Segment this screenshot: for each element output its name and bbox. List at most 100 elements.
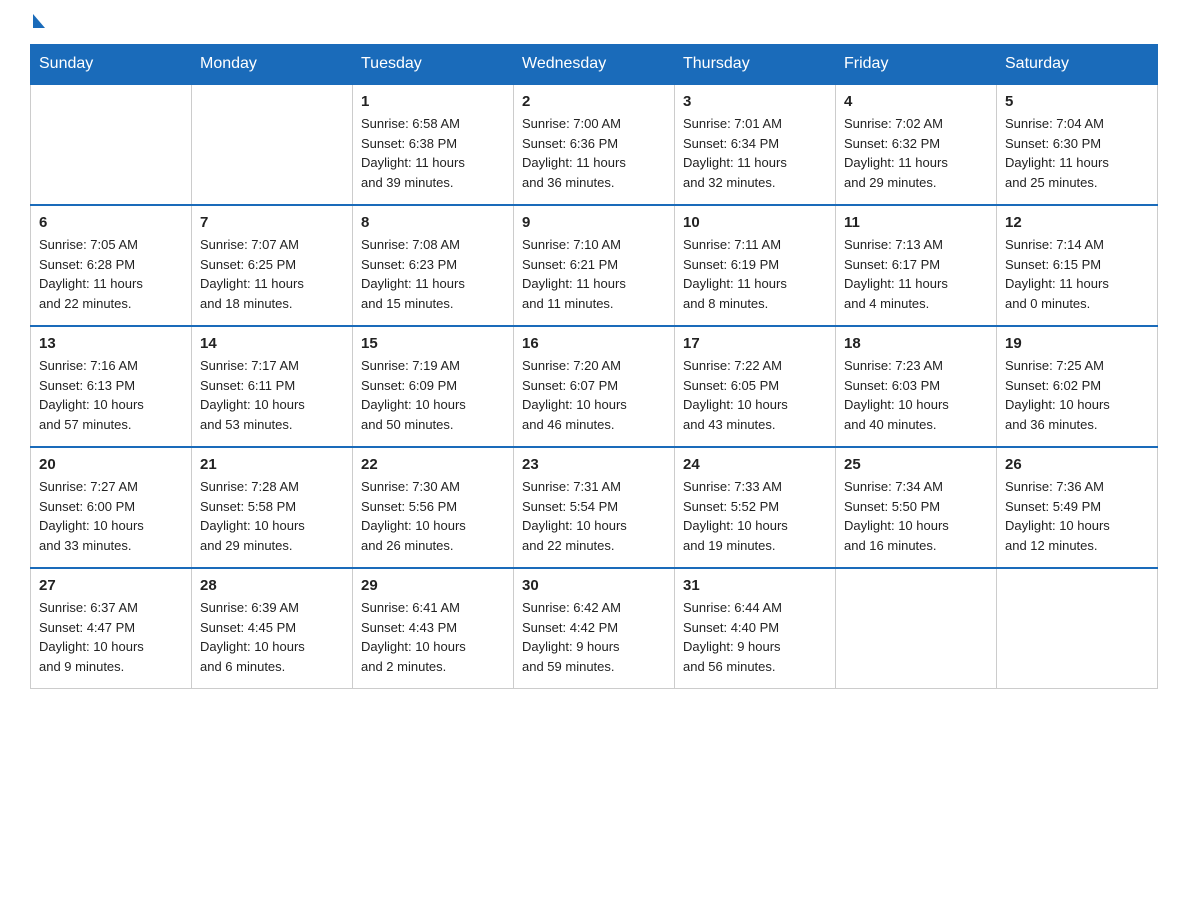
day-info: Sunrise: 7:02 AM Sunset: 6:32 PM Dayligh… [844, 114, 988, 192]
day-number: 17 [683, 335, 827, 352]
calendar-cell: 12 Sunrise: 7:14 AM Sunset: 6:15 PM Dayli… [997, 205, 1158, 326]
day-info: Sunrise: 7:34 AM Sunset: 5:50 PM Dayligh… [844, 477, 988, 555]
day-number: 9 [522, 214, 666, 231]
calendar-cell: 5Sunrise: 7:04 AM Sunset: 6:30 PM Daylig… [997, 84, 1158, 205]
calendar-cell: 21 Sunrise: 7:28 AM Sunset: 5:58 PM Dayli… [192, 447, 353, 568]
day-number: 19 [1005, 335, 1149, 352]
weekday-header-sunday: Sunday [31, 45, 192, 85]
day-number: 20 [39, 456, 183, 473]
logo [30, 20, 45, 34]
day-number: 7 [200, 214, 344, 231]
day-info: Sunrise: 6:44 AM Sunset: 4:40 PM Dayligh… [683, 598, 827, 676]
calendar-cell: 13Sunrise: 7:16 AM Sunset: 6:13 PM Dayli… [31, 326, 192, 447]
day-number: 26 [1005, 456, 1149, 473]
day-number: 22 [361, 456, 505, 473]
calendar-cell: 1 Sunrise: 6:58 AM Sunset: 6:38 PM Daylig… [353, 84, 514, 205]
calendar-cell: 7 Sunrise: 7:07 AM Sunset: 6:25 PM Daylig… [192, 205, 353, 326]
day-number: 8 [361, 214, 505, 231]
day-info: Sunrise: 7:22 AM Sunset: 6:05 PM Dayligh… [683, 356, 827, 434]
weekday-header-monday: Monday [192, 45, 353, 85]
day-info: Sunrise: 6:42 AM Sunset: 4:42 PM Dayligh… [522, 598, 666, 676]
day-info: Sunrise: 7:07 AM Sunset: 6:25 PM Dayligh… [200, 235, 344, 313]
day-info: Sunrise: 6:41 AM Sunset: 4:43 PM Dayligh… [361, 598, 505, 676]
day-number: 1 [361, 93, 505, 110]
day-info: Sunrise: 7:25 AM Sunset: 6:02 PM Dayligh… [1005, 356, 1149, 434]
day-info: Sunrise: 7:36 AM Sunset: 5:49 PM Dayligh… [1005, 477, 1149, 555]
day-info: Sunrise: 7:14 AM Sunset: 6:15 PM Dayligh… [1005, 235, 1149, 313]
calendar-cell: 25 Sunrise: 7:34 AM Sunset: 5:50 PM Dayli… [836, 447, 997, 568]
calendar-week-row: 1 Sunrise: 6:58 AM Sunset: 6:38 PM Daylig… [31, 84, 1158, 205]
day-number: 25 [844, 456, 988, 473]
day-number: 28 [200, 577, 344, 594]
calendar-cell: 11 Sunrise: 7:13 AM Sunset: 6:17 PM Dayli… [836, 205, 997, 326]
calendar-cell: 23 Sunrise: 7:31 AM Sunset: 5:54 PM Dayli… [514, 447, 675, 568]
calendar-cell: 15 Sunrise: 7:19 AM Sunset: 6:09 PM Dayli… [353, 326, 514, 447]
day-info: Sunrise: 7:27 AM Sunset: 6:00 PM Dayligh… [39, 477, 183, 555]
page-header [30, 20, 1158, 34]
calendar-table: SundayMondayTuesdayWednesdayThursdayFrid… [30, 44, 1158, 689]
calendar-cell: 17 Sunrise: 7:22 AM Sunset: 6:05 PM Dayli… [675, 326, 836, 447]
logo-arrow-icon [33, 14, 45, 28]
calendar-cell [997, 568, 1158, 689]
calendar-cell: 10Sunrise: 7:11 AM Sunset: 6:19 PM Dayli… [675, 205, 836, 326]
day-number: 12 [1005, 214, 1149, 231]
day-info: Sunrise: 7:19 AM Sunset: 6:09 PM Dayligh… [361, 356, 505, 434]
day-info: Sunrise: 7:17 AM Sunset: 6:11 PM Dayligh… [200, 356, 344, 434]
day-number: 15 [361, 335, 505, 352]
weekday-header-thursday: Thursday [675, 45, 836, 85]
calendar-week-row: 6 Sunrise: 7:05 AM Sunset: 6:28 PM Daylig… [31, 205, 1158, 326]
day-number: 18 [844, 335, 988, 352]
day-info: Sunrise: 7:13 AM Sunset: 6:17 PM Dayligh… [844, 235, 988, 313]
calendar-cell: 22 Sunrise: 7:30 AM Sunset: 5:56 PM Dayli… [353, 447, 514, 568]
calendar-cell [192, 84, 353, 205]
day-number: 31 [683, 577, 827, 594]
day-info: Sunrise: 7:30 AM Sunset: 5:56 PM Dayligh… [361, 477, 505, 555]
calendar-cell [31, 84, 192, 205]
calendar-week-row: 27 Sunrise: 6:37 AM Sunset: 4:47 PM Dayli… [31, 568, 1158, 689]
day-number: 24 [683, 456, 827, 473]
day-info: Sunrise: 7:05 AM Sunset: 6:28 PM Dayligh… [39, 235, 183, 313]
calendar-cell: 30 Sunrise: 6:42 AM Sunset: 4:42 PM Dayli… [514, 568, 675, 689]
day-info: Sunrise: 6:37 AM Sunset: 4:47 PM Dayligh… [39, 598, 183, 676]
day-number: 23 [522, 456, 666, 473]
calendar-cell: 26 Sunrise: 7:36 AM Sunset: 5:49 PM Dayli… [997, 447, 1158, 568]
day-info: Sunrise: 7:23 AM Sunset: 6:03 PM Dayligh… [844, 356, 988, 434]
day-number: 27 [39, 577, 183, 594]
calendar-cell: 28 Sunrise: 6:39 AM Sunset: 4:45 PM Dayli… [192, 568, 353, 689]
calendar-cell: 16Sunrise: 7:20 AM Sunset: 6:07 PM Dayli… [514, 326, 675, 447]
calendar-week-row: 20 Sunrise: 7:27 AM Sunset: 6:00 PM Dayli… [31, 447, 1158, 568]
weekday-header-tuesday: Tuesday [353, 45, 514, 85]
calendar-cell: 19 Sunrise: 7:25 AM Sunset: 6:02 PM Dayli… [997, 326, 1158, 447]
day-info: Sunrise: 7:10 AM Sunset: 6:21 PM Dayligh… [522, 235, 666, 313]
day-number: 21 [200, 456, 344, 473]
day-number: 6 [39, 214, 183, 231]
day-info: Sunrise: 7:16 AM Sunset: 6:13 PM Dayligh… [39, 356, 183, 434]
day-number: 14 [200, 335, 344, 352]
weekday-header-saturday: Saturday [997, 45, 1158, 85]
day-number: 11 [844, 214, 988, 231]
day-info: Sunrise: 7:01 AM Sunset: 6:34 PM Dayligh… [683, 114, 827, 192]
calendar-cell: 3 Sunrise: 7:01 AM Sunset: 6:34 PM Daylig… [675, 84, 836, 205]
day-number: 2 [522, 93, 666, 110]
weekday-header-wednesday: Wednesday [514, 45, 675, 85]
day-number: 4 [844, 93, 988, 110]
calendar-cell: 8 Sunrise: 7:08 AM Sunset: 6:23 PM Daylig… [353, 205, 514, 326]
calendar-cell: 20 Sunrise: 7:27 AM Sunset: 6:00 PM Dayli… [31, 447, 192, 568]
calendar-week-row: 13Sunrise: 7:16 AM Sunset: 6:13 PM Dayli… [31, 326, 1158, 447]
calendar-cell: 14 Sunrise: 7:17 AM Sunset: 6:11 PM Dayli… [192, 326, 353, 447]
day-number: 30 [522, 577, 666, 594]
day-info: Sunrise: 7:08 AM Sunset: 6:23 PM Dayligh… [361, 235, 505, 313]
calendar-cell: 6 Sunrise: 7:05 AM Sunset: 6:28 PM Daylig… [31, 205, 192, 326]
day-info: Sunrise: 7:31 AM Sunset: 5:54 PM Dayligh… [522, 477, 666, 555]
day-number: 10 [683, 214, 827, 231]
weekday-header-friday: Friday [836, 45, 997, 85]
day-info: Sunrise: 6:39 AM Sunset: 4:45 PM Dayligh… [200, 598, 344, 676]
day-number: 3 [683, 93, 827, 110]
calendar-cell: 29Sunrise: 6:41 AM Sunset: 4:43 PM Dayli… [353, 568, 514, 689]
calendar-cell: 4 Sunrise: 7:02 AM Sunset: 6:32 PM Daylig… [836, 84, 997, 205]
day-info: Sunrise: 6:58 AM Sunset: 6:38 PM Dayligh… [361, 114, 505, 192]
calendar-cell: 9 Sunrise: 7:10 AM Sunset: 6:21 PM Daylig… [514, 205, 675, 326]
weekday-header-row: SundayMondayTuesdayWednesdayThursdayFrid… [31, 45, 1158, 85]
calendar-cell: 2Sunrise: 7:00 AM Sunset: 6:36 PM Daylig… [514, 84, 675, 205]
day-info: Sunrise: 7:28 AM Sunset: 5:58 PM Dayligh… [200, 477, 344, 555]
